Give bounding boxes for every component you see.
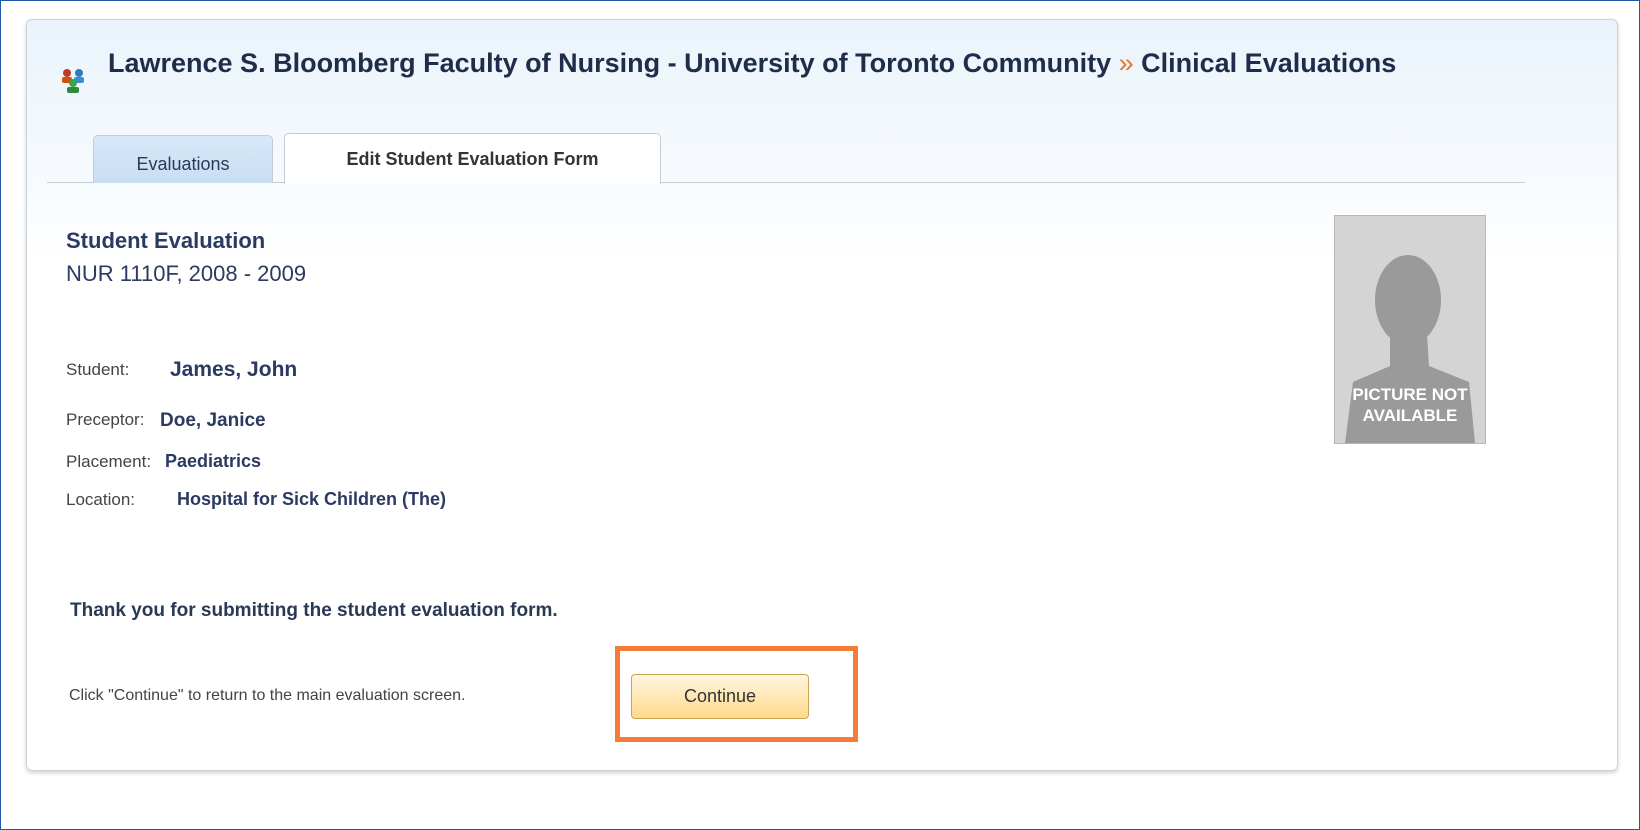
page-title: Lawrence S. Bloomberg Faculty of Nursing… xyxy=(108,47,1508,80)
photo-text-line2: AVAILABLE xyxy=(1362,406,1458,425)
evaluation-course: NUR 1110F, 2008 - 2009 xyxy=(66,261,307,286)
location-value: Hospital for Sick Children (The) xyxy=(177,489,447,509)
continue-button[interactable]: Continue xyxy=(631,674,809,719)
thank-you-message: Thank you for submitting the student eva… xyxy=(70,600,558,621)
placement-value: Paediatrics xyxy=(165,451,262,471)
users-group-icon xyxy=(62,69,84,93)
tab-evaluations[interactable]: Evaluations xyxy=(93,135,273,183)
location-label: Location: xyxy=(66,490,135,509)
student-photo-placeholder: PICTURE NOT AVAILABLE xyxy=(1334,215,1486,444)
photo-text-line1: PICTURE NOT xyxy=(1352,385,1468,404)
preceptor-value: Doe, Janice xyxy=(160,410,266,431)
breadcrumb-separator: » xyxy=(1118,48,1134,78)
student-value: James, John xyxy=(170,358,298,381)
page-title-section: Clinical Evaluations xyxy=(1141,48,1397,78)
placement-label: Placement: xyxy=(66,452,152,471)
page-title-main: Lawrence S. Bloomberg Faculty of Nursing… xyxy=(108,48,1112,78)
main-panel: Lawrence S. Bloomberg Faculty of Nursing… xyxy=(26,19,1618,771)
continue-instruction: Click "Continue" to return to the main e… xyxy=(69,687,466,704)
tab-edit-student-evaluation-form[interactable]: Edit Student Evaluation Form xyxy=(284,133,661,184)
picture-not-available-text: PICTURE NOT AVAILABLE xyxy=(1335,384,1485,426)
student-label: Student: xyxy=(66,360,130,379)
evaluation-title: Student Evaluation xyxy=(66,228,266,253)
preceptor-label: Preceptor: xyxy=(66,410,145,429)
